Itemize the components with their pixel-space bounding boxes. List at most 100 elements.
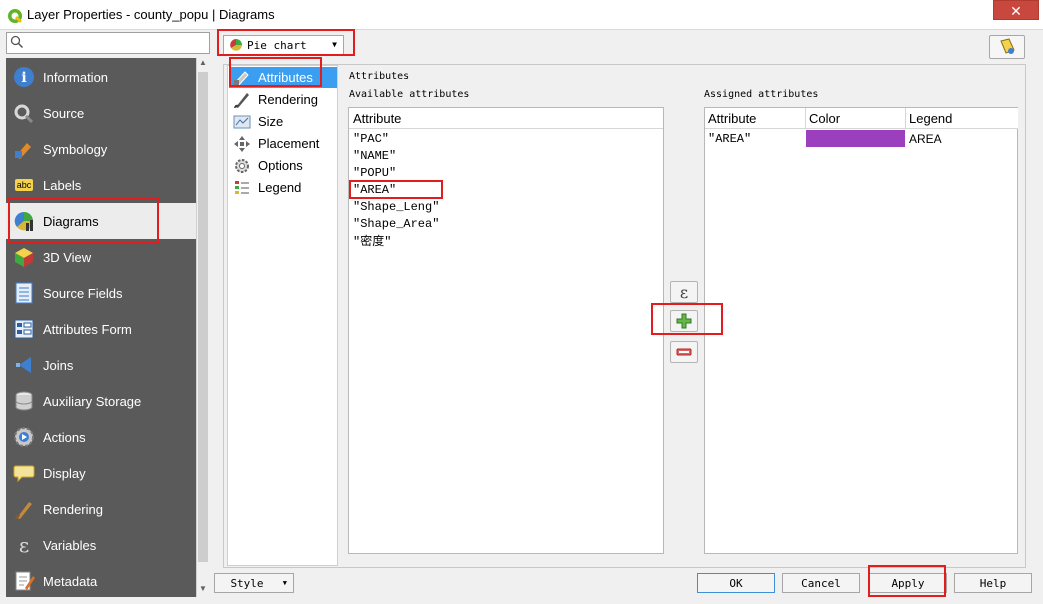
information-icon: i [12,65,36,89]
sidebar-item-label: Attributes Form [43,321,132,337]
help-button[interactable]: Help [954,573,1032,593]
search-input[interactable] [6,32,210,54]
sidebar-item-label: Auxiliary Storage [43,393,142,409]
sidebar-item-actions[interactable]: Actions [6,419,196,455]
tab-options[interactable]: Options [229,155,337,176]
labels-icon: abc [14,179,34,191]
table-cell-attribute[interactable]: "AREA" [705,130,805,147]
sidebar-item-label: Actions [43,429,86,445]
tab-rendering[interactable]: Rendering [229,89,337,110]
diagram-style-button[interactable] [989,35,1025,59]
expression-icon: ε [679,282,689,302]
sidebar-item-label: 3D View [43,249,92,265]
window-title: Layer Properties - county_popu | Diagram… [27,7,275,22]
close-button[interactable]: ✕ [993,0,1039,20]
expression-button[interactable]: ε [670,281,698,303]
size-tab-icon [233,113,251,131]
sidebar-item-joins[interactable]: Joins [6,347,196,383]
table-cell-color-swatch[interactable] [806,130,905,147]
sidebar-item-auxiliary-storage[interactable]: Auxiliary Storage [6,383,196,419]
sidebar-item-label: Display [43,465,86,481]
highlight-attributes-tab [229,57,322,87]
sidebar-item-3d-view[interactable]: 3D View [6,239,196,275]
available-attributes-list[interactable]: Attribute "PAC" "NAME" "POPU" "AREA" "Sh… [348,107,664,554]
diagram-tab-list: Attributes Rendering Size Placement Opti… [227,65,338,566]
sidebar-item-symbology[interactable]: Symbology [6,131,196,167]
highlight-diagrams-item [8,198,159,244]
3d-view-icon [12,245,36,269]
variables-icon: ε [18,533,30,557]
sidebar-item-source[interactable]: Source [6,95,196,131]
scroll-up-arrow-icon[interactable]: ▲ [197,58,209,70]
sidebar-item-metadata[interactable]: Metadata [6,563,196,597]
rendering-tab-icon [233,91,251,109]
auxiliary-storage-icon [12,389,36,413]
qgis-logo-icon [7,8,23,24]
list-item[interactable]: "Shape_Area" [353,215,439,232]
minus-icon [676,348,692,356]
remove-attribute-button[interactable] [670,341,698,363]
sidebar-item-label: Labels [43,177,82,193]
sidebar-item-label: Symbology [43,141,108,157]
list-item[interactable]: "PAC" [353,130,389,147]
column-header-attribute[interactable]: Attribute [705,108,806,129]
assigned-attributes-table[interactable]: Attribute Color Legend "AREA" AREA [704,107,1018,554]
sidebar-item-rendering[interactable]: Rendering [6,491,196,527]
assigned-attributes-title: Assigned attributes [704,89,819,100]
list-item[interactable]: "密度" [353,232,391,249]
sidebar-item-label: Rendering [43,501,103,517]
available-attributes-title: Available attributes [349,89,470,100]
display-icon [12,461,36,485]
sidebar-item-attributes-form[interactable]: Attributes Form [6,311,196,347]
joins-icon [12,353,36,377]
highlight-add-button [651,303,723,335]
scrollbar-thumb[interactable] [198,72,208,562]
highlight-apply-button [868,565,946,597]
sidebar: i Information Source Symbology abc Label… [6,58,196,597]
sidebar-item-label: Joins [43,357,74,373]
list-item[interactable]: "Shape_Leng" [353,198,439,215]
svg-text:i: i [21,70,26,86]
tab-label: Size [258,114,284,129]
highlight-area-attribute [349,180,443,199]
scroll-down-arrow-icon[interactable]: ▼ [197,584,209,596]
options-tab-icon [233,157,251,175]
tab-label: Legend [258,180,302,195]
available-attribute-header[interactable]: Attribute [349,108,663,129]
attributes-form-icon [12,317,36,341]
symbology-icon [12,137,36,161]
sidebar-item-information[interactable]: i Information [6,59,196,95]
tab-label: Options [258,158,303,173]
list-item[interactable]: "POPU" [353,164,396,181]
style-button-label: Style [230,576,264,590]
chevron-down-icon: ▼ [282,579,287,587]
tab-legend[interactable]: Legend [229,177,337,198]
actions-icon [12,425,36,449]
sidebar-item-label: Metadata [43,573,98,589]
tab-label: Rendering [258,92,318,107]
highlight-diagram-type [217,29,355,56]
cancel-button[interactable]: Cancel [782,573,860,593]
sidebar-item-label: Source Fields [43,285,123,301]
sidebar-item-label: Variables [43,537,97,553]
tab-placement[interactable]: Placement [229,133,337,154]
sidebar-item-display[interactable]: Display [6,455,196,491]
attributes-group-title: Attributes [349,71,410,82]
ok-button[interactable]: OK [697,573,775,593]
sidebar-item-label: Source [43,105,85,121]
tab-size[interactable]: Size [229,111,337,132]
rendering-icon [12,497,36,521]
table-cell-legend[interactable]: AREA [906,130,1018,147]
source-icon [12,101,36,125]
source-fields-icon [12,281,36,305]
column-header-legend[interactable]: Legend [906,108,1018,129]
list-item[interactable]: "NAME" [353,147,396,164]
sidebar-item-variables[interactable]: ε Variables [6,527,196,563]
sidebar-item-label: Information [43,69,109,85]
column-header-color[interactable]: Color [806,108,906,129]
style-menu-button[interactable]: Style ▼ [214,573,294,593]
sidebar-item-source-fields[interactable]: Source Fields [6,275,196,311]
metadata-icon [12,569,36,593]
legend-tab-icon [233,179,251,197]
search-icon [10,35,24,49]
